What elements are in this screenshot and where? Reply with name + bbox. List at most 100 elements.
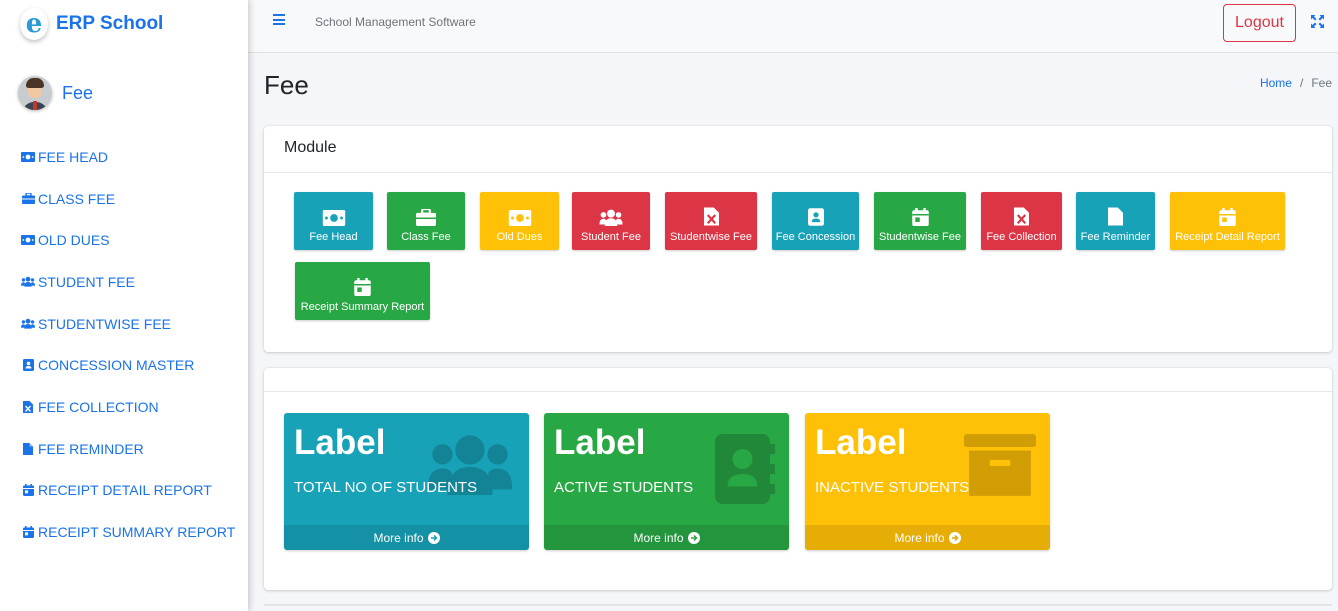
contact-card-icon (21, 359, 35, 372)
more-info-link[interactable]: More info (544, 525, 789, 550)
user-name[interactable]: Fee (62, 83, 93, 104)
briefcase-icon (416, 209, 436, 226)
tile-label: Fee Collection (986, 231, 1057, 243)
app-title: School Management Software (315, 15, 476, 29)
tile-studentwise-fee-2[interactable]: Studentwise Fee (874, 192, 966, 250)
brand-name: ERP School (56, 13, 164, 34)
calendar-icon (21, 526, 35, 539)
module-card-title: Module (264, 126, 1332, 173)
excel-file-icon (1014, 207, 1029, 226)
tile-label: Studentwise Fee (879, 231, 961, 243)
tile-label: Class Fee (401, 231, 451, 243)
hamburger-menu-icon[interactable] (273, 14, 285, 26)
breadcrumb: Home / Fee (1260, 76, 1332, 90)
money-bill-icon (21, 234, 35, 246)
sidebar-item-fee-collection[interactable]: FEE COLLECTION (21, 386, 248, 428)
sidebar-item-receipt-detail-report[interactable]: RECEIPT DETAIL REPORT (21, 470, 248, 512)
tile-fee-collection[interactable]: Fee Collection (981, 192, 1062, 250)
file-icon (1108, 207, 1123, 226)
sidebar-item-label: STUDENT FEE (38, 273, 135, 290)
sidebar-item-label: FEE HEAD (38, 148, 109, 165)
money-bill-icon (21, 151, 35, 163)
breadcrumb-home[interactable]: Home (1260, 76, 1292, 90)
stat-box-active-students: Label ACTIVE STUDENTS More info (544, 413, 789, 550)
more-info-link[interactable]: More info (805, 525, 1050, 550)
archive-box-icon (964, 434, 1036, 496)
stat-box-total-students: Label TOTAL NO OF STUDENTS More info (284, 413, 529, 550)
footer-divider (264, 604, 1332, 606)
stat-value: Label (815, 423, 907, 462)
tile-label: Studentwise Fee (670, 231, 752, 243)
tile-receipt-summary-report[interactable]: Receipt Summary Report (295, 262, 430, 320)
tile-label: Receipt Summary Report (300, 301, 425, 313)
sidebar-item-receipt-summary-report[interactable]: RECEIPT SUMMARY REPORT (21, 511, 248, 553)
tile-receipt-detail-report[interactable]: Receipt Detail Report (1170, 192, 1285, 250)
sidebar-item-label: RECEIPT DETAIL REPORT (38, 482, 212, 499)
arrow-circle-right-icon (948, 531, 961, 544)
users-icon (21, 318, 35, 330)
stats-card: Label TOTAL NO OF STUDENTS More info Lab… (264, 368, 1332, 590)
tile-label: Fee Reminder (1080, 231, 1151, 243)
brand-link[interactable]: e ERP School (0, 0, 248, 48)
sidebar: e ERP School Fee FEE HEAD CLASS FEE OLD … (0, 0, 248, 611)
calendar-icon (354, 278, 371, 296)
tile-fee-head[interactable]: Fee Head (294, 192, 373, 250)
excel-file-icon (21, 400, 35, 413)
arrow-circle-right-icon (427, 531, 440, 544)
tile-class-fee[interactable]: Class Fee (387, 192, 465, 250)
sidebar-item-old-dues[interactable]: OLD DUES (21, 219, 248, 261)
stat-label: TOTAL NO OF STUDENTS (294, 479, 478, 496)
tile-label: Student Fee (581, 231, 641, 243)
sidebar-item-fee-reminder[interactable]: FEE REMINDER (21, 428, 248, 470)
more-info-label: More info (633, 530, 684, 545)
arrow-circle-right-icon (687, 531, 700, 544)
fullscreen-icon[interactable] (1311, 15, 1324, 28)
money-bill-icon (508, 210, 531, 226)
sidebar-item-label: RECEIPT SUMMARY REPORT (38, 524, 236, 541)
breadcrumb-separator: / (1299, 76, 1304, 90)
excel-file-icon (703, 207, 719, 226)
tile-studentwise-fee[interactable]: Studentwise Fee (665, 192, 757, 250)
user-panel: Fee (0, 48, 248, 118)
sidebar-item-class-fee[interactable]: CLASS FEE (21, 178, 248, 220)
sidebar-nav: FEE HEAD CLASS FEE OLD DUES STUDENT FEE … (0, 136, 248, 553)
tile-fee-concession[interactable]: Fee Concession (772, 192, 859, 250)
users-icon (21, 276, 35, 288)
sidebar-item-fee-head[interactable]: FEE HEAD (21, 136, 248, 178)
more-info-label: More info (373, 530, 424, 545)
sidebar-item-label: FEE REMINDER (38, 440, 144, 457)
avatar (18, 76, 52, 110)
top-navbar: School Management Software Logout (248, 0, 1338, 53)
sidebar-item-label: CONCESSION MASTER (38, 357, 195, 374)
stats-card-header (264, 368, 1332, 392)
calendar-icon (21, 484, 35, 497)
tile-student-fee[interactable]: Student Fee (572, 192, 650, 250)
brand-logo: e (20, 8, 48, 40)
sidebar-item-studentwise-fee[interactable]: STUDENTWISE FEE (21, 303, 248, 345)
breadcrumb-current: Fee (1311, 76, 1332, 90)
tile-label: Fee Head (309, 231, 358, 243)
stat-value: Label (294, 423, 386, 462)
module-card: Module Fee Head Class Fee Old Dues Stude… (264, 126, 1332, 352)
calendar-icon (1219, 208, 1236, 226)
logout-button[interactable]: Logout (1223, 4, 1296, 42)
sidebar-item-concession-master[interactable]: CONCESSION MASTER (21, 344, 248, 386)
calendar-icon (911, 208, 929, 226)
tile-old-dues[interactable]: Old Dues (480, 192, 559, 250)
tile-label: Fee Concession (775, 231, 856, 243)
tile-label: Receipt Detail Report (1175, 231, 1280, 243)
sidebar-item-label: FEE COLLECTION (38, 398, 159, 415)
more-info-link[interactable]: More info (284, 525, 529, 550)
stat-label: INACTIVE STUDENTS (815, 479, 970, 496)
contact-card-icon (807, 208, 824, 226)
tile-label: Old Dues (496, 231, 543, 243)
users-icon (599, 209, 623, 226)
sidebar-item-label: STUDENTWISE FEE (38, 315, 172, 332)
file-icon (21, 442, 35, 455)
stat-value: Label (554, 423, 646, 462)
tile-fee-reminder[interactable]: Fee Reminder (1076, 192, 1155, 250)
sidebar-item-student-fee[interactable]: STUDENT FEE (21, 261, 248, 303)
stat-label: ACTIVE STUDENTS (554, 479, 694, 496)
sidebar-item-label: CLASS FEE (38, 190, 116, 207)
address-book-icon (715, 434, 775, 504)
